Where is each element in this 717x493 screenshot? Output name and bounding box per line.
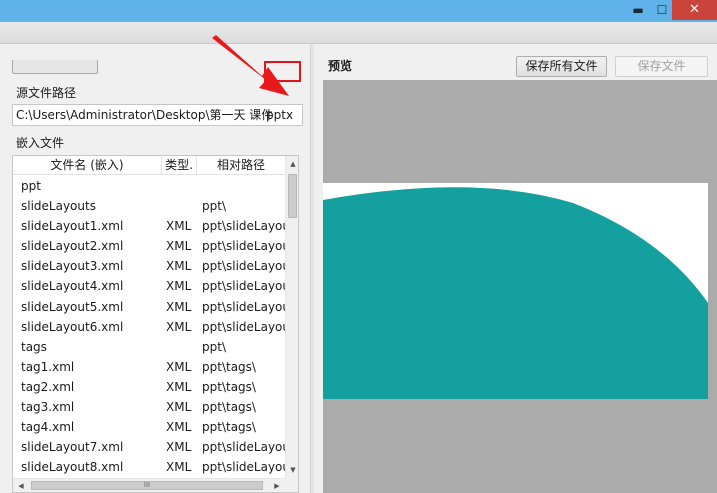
list-item-type: XML: [166, 219, 192, 234]
save-file-button[interactable]: 保存文件: [615, 56, 708, 77]
list-item[interactable]: slideLayout2.xml XML ppt\slideLayouts\: [13, 236, 285, 256]
list-item-type: XML: [166, 319, 192, 334]
vertical-scroll-thumb[interactable]: [288, 174, 297, 218]
preview-area: [323, 80, 717, 493]
list-item[interactable]: ppt: [13, 176, 285, 196]
left-panel: 源文件路径 C:\Users\Administrator\Desktop\第一天…: [0, 44, 310, 493]
list-item-type: XML: [166, 420, 192, 435]
list-item-path: ppt\slideLayouts\: [202, 259, 285, 274]
scroll-down-arrow-icon[interactable]: ▼: [286, 462, 298, 478]
list-item-path: ppt\slideLayouts\: [202, 319, 285, 334]
list-item-name: slideLayout4.xml: [21, 279, 124, 294]
list-item[interactable]: slideLayouts ppt\: [13, 196, 285, 216]
right-panel: 预览 保存所有文件 保存文件: [314, 44, 717, 493]
list-item[interactable]: slideLayout4.xml XML ppt\slideLayouts\: [13, 276, 285, 296]
list-item[interactable]: slideLayout1.xml XML ppt\slideLayouts\: [13, 216, 285, 236]
list-item-name: slideLayout3.xml: [21, 259, 124, 274]
title-bar: ▬ ☐ ✕: [0, 0, 717, 22]
scroll-up-arrow-icon[interactable]: ▲: [286, 156, 298, 172]
list-item-name: tag1.xml: [21, 359, 75, 374]
scroll-right-arrow-icon[interactable]: ▶: [269, 479, 285, 492]
list-item[interactable]: slideLayout7.xml XML ppt\slideLayouts\: [13, 437, 285, 457]
extension-highlight-box: [264, 61, 301, 82]
list-item-name: tag2.xml: [21, 379, 75, 394]
source-path-extension: pptx: [266, 108, 294, 122]
list-item-path: ppt\slideLayouts\: [202, 219, 285, 234]
column-header-type[interactable]: 类型.: [162, 156, 197, 175]
list-item[interactable]: slideLayout6.xml XML ppt\slideLayouts\: [13, 317, 285, 337]
embedded-files-list[interactable]: 文件名 (嵌入) 类型. 相对路径 ppt slideLayouts ppt\ sli…: [12, 155, 299, 493]
embedded-files-label: 嵌入文件: [16, 136, 65, 150]
column-header-path[interactable]: 相对路径: [197, 156, 285, 175]
list-rows: ppt slideLayouts ppt\ slideLayout1.xml XML pp…: [13, 176, 285, 477]
list-item-type: XML: [166, 359, 192, 374]
list-item-name: slideLayout1.xml: [21, 219, 124, 234]
list-item[interactable]: tag1.xml XML ppt\tags\: [13, 357, 285, 377]
list-item-path: ppt\tags\: [202, 359, 256, 374]
list-item-name: ppt: [21, 179, 41, 193]
list-item-path: ppt\: [202, 339, 226, 354]
list-item-type: XML: [166, 440, 192, 455]
list-item-name: slideLayout8.xml: [21, 460, 124, 475]
scroll-left-arrow-icon[interactable]: ◀: [13, 479, 29, 492]
list-item-type: XML: [166, 379, 192, 394]
save-all-files-button[interactable]: 保存所有文件: [516, 56, 607, 77]
list-header: 文件名 (嵌入) 类型. 相对路径: [13, 156, 285, 175]
list-item-name: slideLayout7.xml: [21, 440, 124, 455]
list-item[interactable]: tags ppt\: [13, 337, 285, 357]
preview-label: 预览: [328, 59, 353, 73]
list-item-name: tag4.xml: [21, 420, 75, 435]
list-item-name: slideLayout2.xml: [21, 239, 124, 254]
horizontal-scroll-thumb[interactable]: III: [31, 481, 263, 490]
list-item[interactable]: tag4.xml XML ppt\tags\: [13, 417, 285, 437]
list-item-type: XML: [166, 239, 192, 254]
list-item[interactable]: slideLayout8.xml XML ppt\slideLayouts\: [13, 457, 285, 477]
list-item-path: ppt\slideLayouts\: [202, 279, 285, 294]
list-item-type: XML: [166, 460, 192, 475]
source-path-label: 源文件路径: [16, 86, 77, 100]
source-path-field[interactable]: C:\Users\Administrator\Desktop\第一天 课件 pp…: [12, 104, 303, 126]
slide-preview: [323, 183, 708, 399]
list-item-name: tags: [21, 339, 47, 354]
list-item[interactable]: tag2.xml XML ppt\tags\: [13, 377, 285, 397]
list-item-type: XML: [166, 279, 192, 294]
open-file-button[interactable]: [12, 60, 98, 74]
list-item[interactable]: slideLayout3.xml XML ppt\slideLayouts\: [13, 256, 285, 276]
list-item-path: ppt\tags\: [202, 420, 256, 435]
list-item-path: ppt\slideLayouts\: [202, 239, 285, 254]
list-item-type: XML: [166, 299, 192, 314]
horizontal-scrollbar[interactable]: ◀ III ▶: [13, 478, 285, 492]
list-item[interactable]: slideLayout5.xml XML ppt\slideLayouts\: [13, 297, 285, 317]
list-item-name: slideLayouts: [21, 199, 96, 214]
scrollbar-corner: [285, 478, 298, 492]
vertical-scrollbar[interactable]: ▲ ▼: [285, 156, 298, 478]
list-item-name: slideLayout5.xml: [21, 299, 124, 314]
close-button[interactable]: ✕: [672, 0, 717, 20]
toolbar-strip: [0, 22, 717, 44]
list-item-path: ppt\slideLayouts\: [202, 460, 285, 475]
list-item-path: ppt\tags\: [202, 400, 256, 415]
list-item-path: ppt\tags\: [202, 379, 256, 394]
list-item-path: ppt\slideLayouts\: [202, 299, 285, 314]
list-item-name: tag3.xml: [21, 400, 75, 415]
list-item-name: slideLayout6.xml: [21, 319, 124, 334]
list-item[interactable]: tag3.xml XML ppt\tags\: [13, 397, 285, 417]
source-path-value: C:\Users\Administrator\Desktop\第一天 课件: [16, 108, 274, 122]
list-item-type: XML: [166, 259, 192, 274]
column-header-name[interactable]: 文件名 (嵌入): [13, 156, 162, 175]
list-item-path: ppt\: [202, 199, 226, 214]
slide-teal-arc-shape: [323, 187, 708, 399]
list-item-type: XML: [166, 400, 192, 415]
list-item-path: ppt\slideLayouts\: [202, 440, 285, 455]
